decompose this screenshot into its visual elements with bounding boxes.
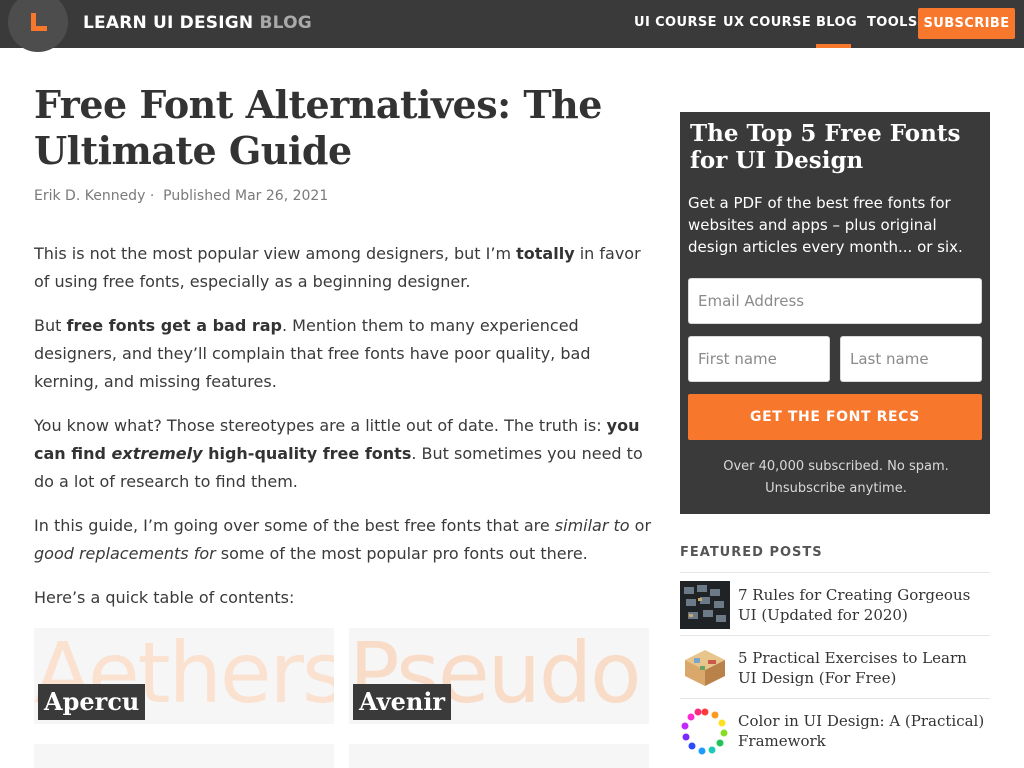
text-span: You know what? Those stereotypes are a l…	[34, 416, 607, 435]
paragraph-1: This is not the most popular view among …	[34, 240, 654, 296]
font-card-partial[interactable]	[349, 744, 649, 768]
signup-description: Get a PDF of the best free fonts for web…	[688, 194, 963, 256]
last-name-field[interactable]: Last name	[840, 336, 982, 382]
top-nav-bar: LEARN UI DESIGN BLOG UI COURSE UX COURSE…	[0, 0, 1024, 52]
featured-posts-heading: FEATURED POSTS	[680, 545, 823, 560]
featured-post[interactable]: 5 Practical Exercises to Learn UI Design…	[680, 635, 990, 698]
author-link[interactable]: Erik D. Kennedy	[34, 188, 145, 204]
color-wheel-thumbnail-icon	[680, 707, 730, 755]
featured-post-title: 7 Rules for Creating Gorgeous UI (Update…	[738, 586, 971, 624]
nav-tools[interactable]: TOOLS	[867, 15, 918, 30]
text-span: This is not the most popular view among …	[34, 244, 517, 263]
text-span: some of the most popular pro fonts out t…	[215, 544, 588, 563]
paragraph-3: You know what? Those stereotypes are a l…	[34, 412, 654, 496]
article-byline: Erik D. Kennedy · Published Mar 26, 2021	[34, 188, 328, 204]
bold-span: high-quality free fonts	[202, 444, 412, 463]
nav-blog[interactable]: BLOG	[816, 15, 857, 30]
italic-span: good replacements for	[34, 544, 216, 563]
nav-ux-course[interactable]: UX COURSE	[723, 15, 811, 30]
bold-span: totally	[516, 244, 575, 263]
featured-post[interactable]: 7 Rules for Creating Gorgeous UI (Update…	[680, 572, 990, 635]
featured-post[interactable]: Color in UI Design: A (Practical) Framew…	[680, 698, 990, 761]
font-card-partial[interactable]	[34, 744, 334, 768]
brand-main-text: LEARN UI DESIGN	[83, 13, 254, 33]
text-span: In this guide, I’m going over some of th…	[34, 516, 555, 535]
isometric-room-thumbnail-icon	[680, 644, 730, 692]
italic-span: similar to	[554, 516, 630, 535]
featured-post-title: 5 Practical Exercises to Learn UI Design…	[738, 649, 967, 687]
text-span: But	[34, 316, 67, 335]
nav-active-indicator	[816, 44, 851, 48]
first-name-field[interactable]: First name	[688, 336, 830, 382]
site-brand[interactable]: LEARN UI DESIGN BLOG	[83, 13, 312, 33]
signup-note: Over 40,000 subscribed. No spam. Unsubsc…	[723, 459, 949, 496]
font-card-label: Apercu	[38, 684, 146, 720]
bold-italic-span: extremely	[111, 444, 203, 463]
email-field[interactable]: Email Address	[688, 278, 982, 324]
paragraph-2: But free fonts get a bad rap. Mention th…	[34, 312, 654, 396]
text-span: or	[629, 516, 652, 535]
get-font-recs-button[interactable]: GET THE FONT RECS	[688, 394, 982, 440]
bold-span: free fonts get a bad rap	[66, 316, 282, 335]
brand-blog-text: BLOG	[259, 13, 312, 33]
article-title: Free Font Alternatives: The Ultimate Gui…	[34, 82, 602, 173]
font-card-avenir[interactable]: Pseudo Avenir	[349, 628, 649, 724]
nav-ui-course[interactable]: UI COURSE	[634, 15, 717, 30]
ui-screens-thumbnail-icon	[680, 581, 730, 629]
logo-icon[interactable]	[31, 13, 47, 31]
font-card-label: Avenir	[353, 684, 452, 720]
subscribe-button[interactable]: SUBSCRIBE	[918, 8, 1015, 39]
paragraph-5: Here’s a quick table of contents:	[34, 588, 295, 607]
byline-separator: ·	[149, 188, 155, 204]
font-card-apercu[interactable]: Aethers Apercu	[34, 628, 334, 724]
featured-post-title: Color in UI Design: A (Practical) Framew…	[738, 712, 985, 750]
signup-title: The Top 5 Free Fonts for UI Design	[690, 120, 961, 174]
publish-date: Published Mar 26, 2021	[163, 188, 329, 204]
paragraph-4: In this guide, I’m going over some of th…	[34, 512, 654, 568]
